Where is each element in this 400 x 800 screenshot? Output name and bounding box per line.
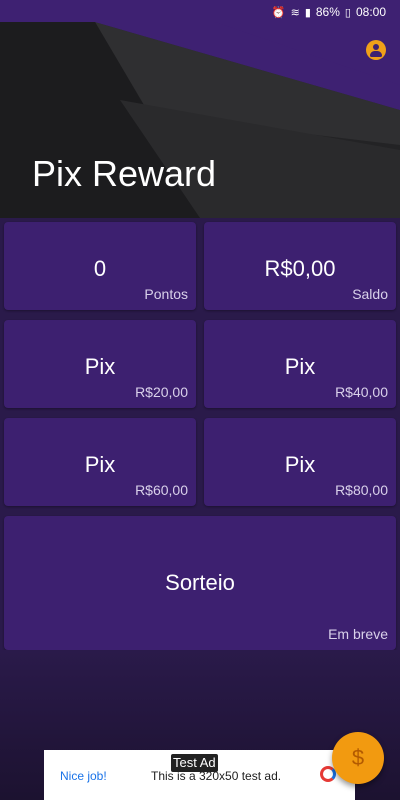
pix-40-title: Pix [284, 354, 316, 379]
pix-40-card[interactable]: Pix R$40,00 [204, 320, 396, 408]
pix-80-title: Pix [284, 452, 316, 477]
status-time: 08:00 [355, 5, 386, 19]
pix-20-card[interactable]: Pix R$20,00 [4, 320, 196, 408]
battery-icon: ▯ [344, 6, 351, 19]
pix-40-amount: R$40,00 [335, 384, 388, 400]
app-title: Pix Reward [32, 153, 217, 194]
balance-label: Saldo [352, 286, 388, 302]
raffle-card[interactable]: Sorteio Em breve [4, 516, 396, 650]
alarm-icon: ⏰ [271, 6, 286, 19]
pix-60-card[interactable]: Pix R$60,00 [4, 418, 196, 506]
pix-20-title: Pix [84, 354, 116, 379]
balance-value: R$0,00 [264, 256, 336, 281]
rewards-grid: 0 Pontos R$0,00 Saldo Pix R$20,00 Pix R$… [0, 218, 400, 660]
wifi-icon: ≋ [290, 6, 300, 19]
pix-60-title: Pix [84, 452, 116, 477]
pix-20-amount: R$20,00 [135, 384, 188, 400]
points-value: 0 [93, 256, 107, 281]
header-banner: ⏰ ≋ ▮ 86% ▯ 08:00 Pix Reward [0, 0, 400, 218]
pix-60-amount: R$60,00 [135, 482, 188, 498]
profile-icon-body [370, 51, 382, 57]
points-label: Pontos [144, 286, 188, 302]
battery-percent: 86% [315, 5, 340, 19]
balance-card[interactable]: R$0,00 Saldo [204, 222, 396, 310]
ad-nice-text: Nice job! [60, 769, 107, 783]
signal-icon: ▮ [304, 6, 311, 19]
profile-icon-head [373, 44, 379, 50]
profile-icon[interactable] [366, 40, 386, 60]
status-bar: ⏰ ≋ ▮ 86% ▯ 08:00 [0, 0, 400, 24]
raffle-title: Sorteio [165, 570, 235, 595]
raffle-status: Em breve [328, 626, 388, 642]
test-ad-label: Test Ad [171, 754, 218, 772]
points-card[interactable]: 0 Pontos [4, 222, 196, 310]
pix-80-amount: R$80,00 [335, 482, 388, 498]
dollar-fab-button[interactable]: $ [332, 732, 384, 784]
pix-80-card[interactable]: Pix R$80,00 [204, 418, 396, 506]
dollar-icon: $ [351, 745, 365, 770]
